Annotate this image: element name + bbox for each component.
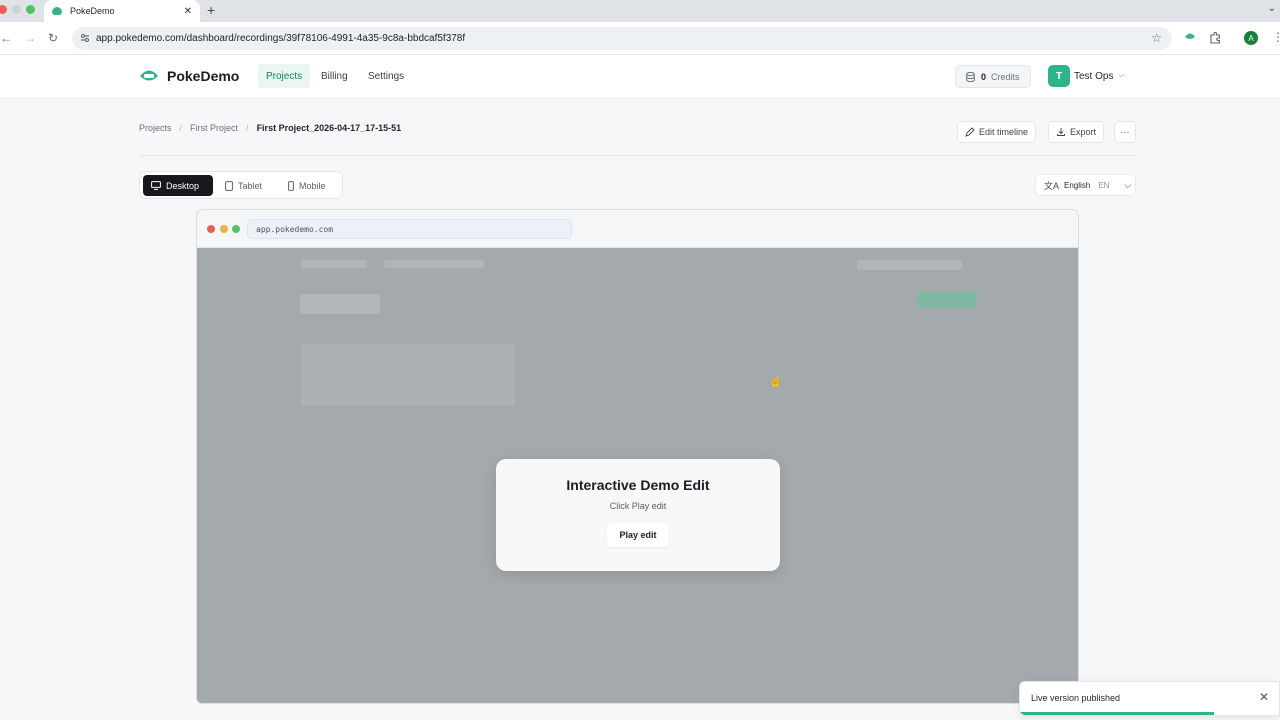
browser-tab-title: PokeDemo [70,6,115,16]
export-label: Export [1070,127,1097,137]
language-selector[interactable]: 文A English EN ⌵ [1035,174,1136,196]
demo-preview-window: app.pokedemo.com Interactive Demo Edit C… [196,209,1079,704]
language-code: EN [1098,180,1110,190]
forward-arrow-icon[interactable]: → [24,31,36,45]
header-divider [139,155,1136,156]
credits-badge[interactable]: 0 Credits [955,65,1031,88]
reload-icon[interactable]: ↻ [48,31,58,45]
minimize-window-button[interactable] [12,5,21,14]
ghost-page-title [300,294,380,314]
nav-billing[interactable]: Billing [313,64,356,88]
browser-tab[interactable]: PokeDemo ✕ [44,0,200,22]
preview-yellow-dot [220,225,228,233]
preview-red-dot [207,225,215,233]
pokedemo-extension-icon[interactable] [1184,32,1196,42]
toast-message: Live version published [1031,693,1121,703]
ghost-header-user [857,260,962,270]
site-settings-icon[interactable] [80,33,90,43]
credits-label: Credits [991,71,1020,82]
language-name: English [1064,180,1091,190]
nav-projects[interactable]: Projects [258,64,311,88]
tablet-icon [225,180,233,191]
user-name[interactable]: Test Ops [1074,71,1113,82]
browser-menu-icon[interactable]: ⋮ [1272,30,1280,44]
toast-notification: Live version published ✕ [1019,681,1280,716]
url-omnibox[interactable]: app.pokedemo.com/dashboard/recordings/39… [72,27,1172,50]
close-window-button[interactable] [0,5,7,14]
back-arrow-icon[interactable]: ← [0,31,12,45]
ghost-header-logo [301,260,367,268]
profile-avatar[interactable]: A [1244,31,1258,45]
user-avatar[interactable]: T [1048,65,1070,87]
extensions-puzzle-icon[interactable] [1209,32,1221,44]
maximize-window-button[interactable] [26,5,35,14]
breadcrumb: Projects / First Project / First Project… [139,123,401,133]
browser-tab-bar: PokeDemo ✕ + ⌄ [0,0,1280,22]
app-header: PokeDemo Projects Billing Settings 0 Cre… [0,55,1280,99]
preview-browser-chrome: app.pokedemo.com [197,210,1078,248]
download-icon [1057,128,1065,136]
play-edit-button[interactable]: Play edit [607,523,669,547]
edit-timeline-button[interactable]: Edit timeline [957,121,1037,143]
device-switcher: Desktop Tablet Mobile [139,171,343,199]
brand-name[interactable]: PokeDemo [167,68,239,84]
pokedemo-logo-icon[interactable] [139,68,159,84]
more-options-button[interactable]: ··· [1114,121,1136,143]
breadcrumb-projects[interactable]: Projects [139,123,172,133]
ghost-primary-button [917,292,977,308]
ghost-header-nav [384,260,484,268]
ghost-project-card [301,344,515,406]
breadcrumb-separator: / [246,123,249,133]
browser-address-bar: ← → ↻ app.pokedemo.com/dashboard/recordi… [0,22,1280,55]
chevron-down-icon: ⌵ [1124,179,1132,190]
desktop-monitor-icon [151,181,161,190]
nav-settings[interactable]: Settings [360,64,412,88]
preview-url-bar: app.pokedemo.com [247,219,572,239]
close-tab-icon[interactable]: ✕ [184,6,192,17]
dialog-title: Interactive Demo Edit [566,477,710,493]
bookmark-star-icon[interactable]: ☆ [1151,31,1162,45]
more-dots-icon: ··· [1120,127,1130,137]
credits-count: 0 [981,71,987,82]
hand-pointer-cursor-icon: ☝ [769,376,783,388]
device-desktop-label: Desktop [166,180,200,191]
preview-green-dot [232,225,240,233]
toast-progress-bar [1020,712,1215,715]
breadcrumb-separator: / [179,123,183,133]
preview-dialog: Interactive Demo Edit Click Play edit Pl… [496,459,780,571]
device-tablet-label: Tablet [238,180,263,191]
chevron-down-icon[interactable]: ⌵ [1118,70,1124,80]
device-desktop-button[interactable]: Desktop [143,175,213,196]
mobile-phone-icon [288,180,294,191]
breadcrumb-first-project[interactable]: First Project [190,123,238,133]
device-mobile-button[interactable]: Mobile [280,175,334,196]
device-tablet-button[interactable]: Tablet [217,175,270,196]
pencil-icon [965,127,975,137]
edit-timeline-label: Edit timeline [979,127,1029,137]
preview-url-text: app.pokedemo.com [256,224,334,234]
url-text: app.pokedemo.com/dashboard/recordings/39… [96,33,466,44]
export-button[interactable]: Export [1048,121,1105,143]
database-icon [966,71,975,82]
tab-search-chevron-icon[interactable]: ⌄ [1268,3,1276,14]
pokedemo-favicon-icon [52,7,62,15]
preview-blurred-page[interactable]: Interactive Demo Edit Click Play edit Pl… [197,248,1078,703]
new-tab-icon[interactable]: + [207,2,215,18]
close-icon[interactable]: ✕ [1259,690,1269,704]
breadcrumb-current-recording: First Project_2026-04-17_17-15-51 [256,123,402,133]
device-mobile-label: Mobile [299,180,326,191]
translate-icon: 文A [1044,180,1060,191]
dialog-subtitle: Click Play edit [609,501,667,511]
